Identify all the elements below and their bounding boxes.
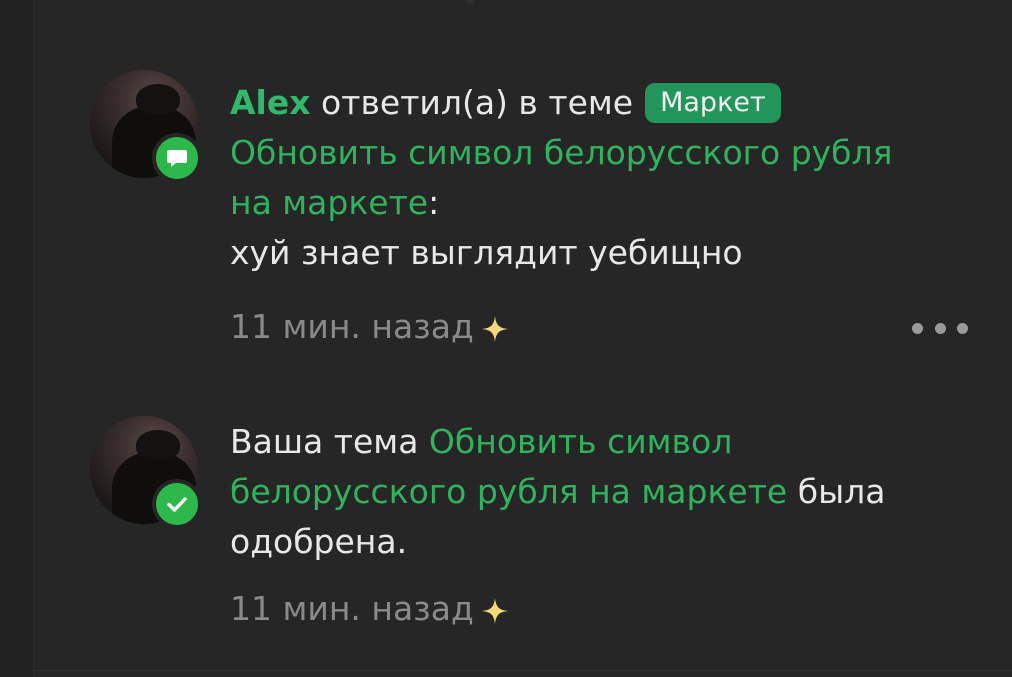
notification-content: Ваша тема Обновить символ белорусского р… — [230, 417, 970, 567]
forum-tag[interactable]: Маркет — [645, 83, 781, 123]
timestamp: 11 мин. назад — [230, 589, 474, 628]
message-text: хуй знает выглядит уебищно — [230, 233, 743, 272]
action-text: ответил(а) в теме — [321, 83, 634, 122]
thread-link[interactable]: белорусского рубля на маркете — [230, 472, 787, 511]
divider — [33, 670, 1012, 671]
avatar-silhouette-head — [136, 430, 180, 460]
checkmark-icon — [152, 479, 202, 529]
notification-line: одобрена. — [230, 522, 408, 561]
dot — [912, 322, 923, 334]
username-link[interactable]: Alex — [230, 83, 311, 122]
speech-bubble-icon — [152, 133, 202, 183]
sparkle-icon — [480, 308, 510, 358]
suffix-text: была — [797, 472, 886, 511]
timestamp: 11 мин. назад — [230, 307, 474, 346]
colon-text: : — [428, 183, 440, 222]
notification-header: Alex ответил(а) в теме Маркет — [230, 78, 970, 128]
thread-link[interactable]: на маркете — [230, 183, 428, 222]
sparkle-icon — [480, 590, 510, 640]
prefix-text: Ваша тема — [230, 422, 419, 461]
notification-line: Ваша тема Обновить символ — [230, 417, 970, 467]
thread-link[interactable]: Обновить символ белорусского рубля — [230, 133, 892, 172]
thread-title-line: Обновить символ белорусского рубля — [230, 128, 970, 178]
timestamp-row: 11 мин. назад — [230, 302, 510, 358]
timestamp-row: 11 мин. назад — [230, 584, 510, 640]
thread-title-line: на маркете: — [230, 178, 970, 228]
avatar-container[interactable] — [90, 70, 210, 190]
notification-line: белорусского рубля на маркете была — [230, 467, 970, 517]
dot — [957, 322, 968, 334]
dot — [934, 322, 946, 334]
notification-content: Alex ответил(а) в теме Маркет Обновить си… — [230, 78, 970, 278]
avatar-silhouette-head — [136, 84, 180, 114]
thread-link[interactable]: Обновить символ — [429, 422, 732, 461]
more-dots-icon[interactable] — [912, 321, 968, 335]
panel-notch — [464, 0, 474, 4]
avatar-container[interactable] — [90, 416, 210, 536]
